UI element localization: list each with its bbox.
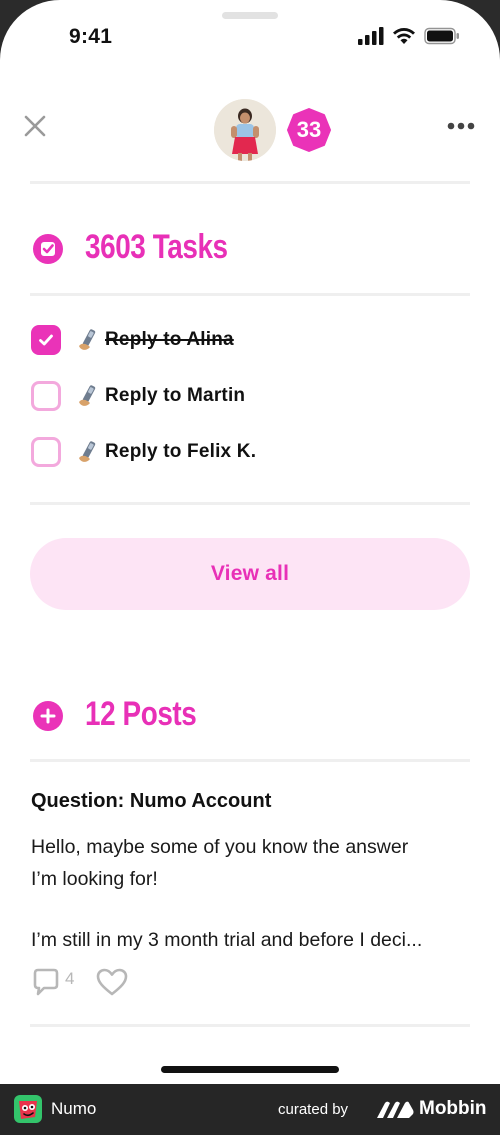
avatar[interactable]: [214, 99, 276, 161]
tasks-section-title: 3603 Tasks: [85, 228, 228, 266]
mobbin-logo-icon: [377, 1101, 414, 1118]
task-item[interactable]: Reply to Felix K.: [31, 435, 256, 469]
mobbin-footer: Numo curated by Mobbin: [0, 1084, 500, 1135]
reply-emoji-icon: [79, 329, 96, 350]
task-label: Reply to Martin: [105, 385, 246, 406]
view-all-button[interactable]: View all: [30, 538, 470, 610]
status-time: 9:41: [69, 25, 113, 48]
comment-icon[interactable]: [31, 967, 61, 997]
reply-emoji-icon: [79, 385, 96, 406]
divider: [30, 181, 470, 184]
footer-brand: Mobbin: [419, 1098, 487, 1119]
divider: [30, 502, 470, 505]
task-label: Reply to Felix K.: [105, 441, 257, 462]
reply-emoji-icon: [79, 441, 96, 462]
level-badge[interactable]: 33: [287, 108, 331, 152]
post-actions: 4: [31, 967, 128, 997]
home-indicator[interactable]: [161, 1066, 339, 1073]
wifi-icon: [393, 28, 415, 44]
add-post-icon[interactable]: [33, 701, 63, 731]
divider: [30, 759, 470, 762]
task-item[interactable]: Reply to Martin: [31, 379, 245, 413]
divider: [30, 293, 470, 296]
numo-app-icon: [14, 1095, 42, 1123]
task-item[interactable]: Reply to Alina: [31, 323, 234, 357]
divider: [30, 1024, 470, 1027]
cellular-signal-icon: [358, 27, 384, 45]
phone-screen: 9:41 33 3603 Tasks Reply to Alina Reply …: [0, 0, 500, 1084]
task-label: Reply to Alina: [105, 329, 234, 350]
footer-app-name: Numo: [51, 1099, 97, 1118]
tasks-check-icon: [33, 234, 63, 264]
task-checkbox-checked[interactable]: [31, 325, 61, 355]
post-title[interactable]: Question: Numo Account: [31, 790, 271, 813]
badge-count: 33: [296, 117, 322, 142]
footer-curated-by: curated by: [278, 1101, 349, 1118]
post-body-line: I’m still in my 3 month trial and before…: [31, 929, 423, 951]
close-icon[interactable]: [22, 113, 48, 139]
sheet-grabber[interactable]: [222, 12, 278, 19]
avatar-image: [214, 99, 276, 161]
battery-icon: [424, 27, 459, 45]
task-checkbox-unchecked[interactable]: [31, 381, 61, 411]
heart-icon[interactable]: [96, 967, 128, 997]
posts-section-title: 12 Posts: [85, 695, 197, 733]
task-checkbox-unchecked[interactable]: [31, 437, 61, 467]
checkmark-icon: [39, 334, 53, 346]
comment-count: 4: [65, 969, 75, 988]
status-icons: [358, 27, 460, 45]
post-body-line: Hello, maybe some of you know the answer: [31, 836, 409, 858]
more-options-icon[interactable]: [446, 117, 476, 135]
post-body-line: I’m looking for!: [31, 868, 158, 890]
